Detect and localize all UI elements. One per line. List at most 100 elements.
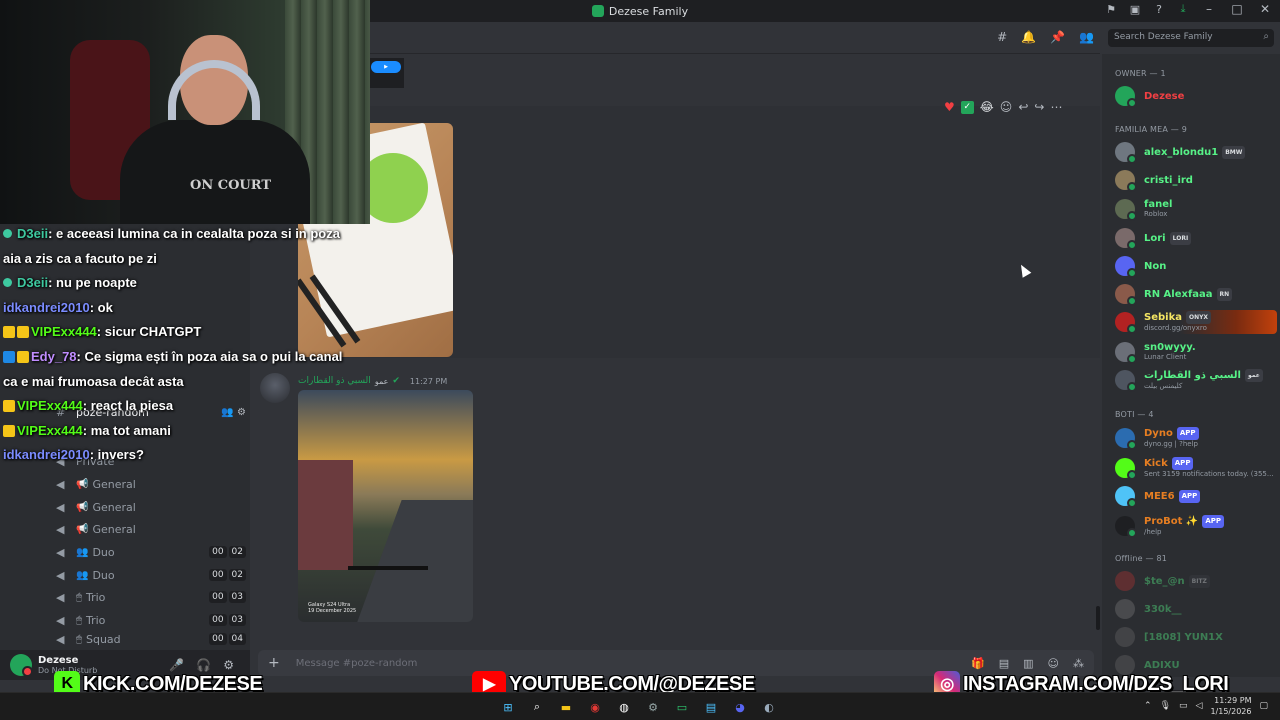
channel-trio-2[interactable]: ◀ 🖱 Trio 00 03 — [56, 610, 246, 630]
add-reaction-icon[interactable]: ☺ — [1000, 100, 1013, 114]
avatar — [1115, 142, 1137, 164]
member-item[interactable]: [1808] YUN1X — [1115, 625, 1277, 649]
crown-badge-icon — [17, 326, 29, 339]
member-list-icon[interactable]: 👥 — [1079, 30, 1094, 44]
emoji-icon[interactable]: ☺ — [1048, 657, 1059, 670]
streamer-shirt — [120, 120, 310, 224]
minimize-button[interactable]: – — [1200, 2, 1218, 16]
add-attachment-icon[interactable]: + — [268, 655, 280, 671]
avatar — [1115, 284, 1137, 306]
network-icon[interactable]: ▭ — [1179, 701, 1188, 711]
member-item[interactable]: MEE6 APP — [1115, 484, 1277, 508]
user-name: Dezese — [38, 655, 79, 666]
channel-trio-1[interactable]: ◀ 🖱 Trio 00 03 — [56, 587, 246, 607]
check-reaction-icon[interactable]: ✓ — [960, 100, 974, 114]
role-header-familia: FAMILIA MEA — 9 — [1115, 125, 1188, 134]
crown-badge-icon — [3, 400, 15, 413]
avatar — [1115, 627, 1135, 647]
member-item[interactable]: cristi_ird — [1115, 168, 1277, 192]
kick-dot-icon — [3, 278, 12, 288]
download-icon[interactable]: ⤓ — [1176, 2, 1190, 16]
discord-icon[interactable]: ◕ — [730, 697, 750, 717]
steam-icon[interactable]: ◐ — [759, 697, 779, 717]
member-item[interactable]: Kick APP Sent 3159 notifications today. (3… — [1115, 456, 1277, 480]
search-icon[interactable]: ⌕ — [527, 697, 547, 717]
notification-icon[interactable]: ▢ — [1259, 701, 1268, 711]
notepad-icon[interactable]: ▤ — [701, 697, 721, 717]
megaphone-icon: 📢 — [76, 478, 89, 490]
speaker-icon: ◀ — [56, 522, 65, 536]
crown-badge-icon — [17, 350, 29, 363]
maximize-button[interactable]: □ — [1228, 2, 1246, 16]
member-item[interactable]: ProBot ✨ APP/help — [1115, 514, 1277, 538]
microphone-icon[interactable]: 🎙 — [1160, 701, 1171, 711]
avatar — [1115, 199, 1137, 221]
avatar[interactable] — [10, 654, 33, 677]
apps-icon[interactable]: ⁂ — [1073, 657, 1084, 670]
embed-button[interactable]: ▶ — [371, 61, 401, 73]
avatar — [1115, 599, 1135, 619]
megaphone-icon: 📢 — [76, 501, 89, 513]
avatar — [1115, 228, 1137, 250]
megaphone-icon: 📢 — [76, 523, 89, 535]
heart-reaction-icon[interactable]: ♥ — [944, 100, 955, 114]
inbox-icon[interactable]: ▣ — [1128, 2, 1142, 16]
channel-squad[interactable]: ◀ 🖱 Squad 00 04 — [56, 632, 246, 646]
search-placeholder: Search Dezese Family — [1114, 32, 1213, 42]
chrome-icon[interactable]: ◉ — [585, 697, 605, 717]
member-item[interactable]: Dyno APP dyno.gg | ?help — [1115, 426, 1277, 450]
channel-general-3[interactable]: ◀ 📢 General — [56, 519, 246, 539]
pin-icon[interactable]: 📌 — [1050, 30, 1065, 44]
forward-icon[interactable]: ↪ — [1034, 100, 1044, 114]
chevron-up-icon[interactable]: ⌃ — [1144, 701, 1152, 711]
member-item[interactable]: Lori LORI — [1115, 226, 1277, 250]
threads-icon[interactable]: # — [997, 30, 1007, 44]
member-item[interactable]: Non — [1115, 254, 1277, 278]
channel-general-1[interactable]: ◀ 📢 General — [56, 474, 246, 494]
channel-duo-2[interactable]: ◀ 👥 Duo 00 02 — [56, 565, 246, 585]
avatar — [1115, 342, 1137, 364]
terminal-icon[interactable]: ▭ — [672, 697, 692, 717]
windows-start-icon[interactable]: ⊞ — [498, 697, 518, 717]
gift-icon[interactable]: 🎁 — [971, 657, 985, 670]
discord-window: Dezese Family ⚑ ▣ ? ⤓ – □ ✕ # poze-rando… — [0, 0, 1280, 720]
file-explorer-icon[interactable]: ▬ — [556, 697, 576, 717]
avatar — [1115, 516, 1137, 538]
member-item[interactable]: Sebika ONYX discord.gg/onyxro — [1115, 310, 1277, 334]
member-list: OWNER — 1 Dezese FAMILIA MEA — 9 alex_bl… — [1102, 54, 1280, 677]
channel-general-2[interactable]: ◀ 📢 General — [56, 497, 246, 517]
member-item[interactable]: السبي ذو القطارات عمو كليمنس بيلت — [1115, 368, 1277, 392]
channel-name: Duo — [92, 545, 115, 559]
help-icon[interactable]: ? — [1152, 2, 1166, 16]
bell-icon[interactable]: 🔔 — [1021, 30, 1036, 44]
settings-icon[interactable]: ⚙ — [643, 697, 663, 717]
sticker-icon[interactable]: ▥ — [1023, 657, 1033, 670]
message-actions: ♥ ✓ 😂 ☺ ↩ ↪ ⋯ — [944, 97, 1062, 117]
message-placeholder: Message #poze-random — [295, 657, 418, 669]
chat-scrollbar[interactable] — [1096, 606, 1100, 630]
member-item[interactable]: fanel Roblox — [1115, 197, 1277, 221]
member-item[interactable]: 330k__ — [1115, 597, 1277, 621]
system-tray: ⌃ 🎙 ▭ ◁ 11:29 PM 1/15/2026 ▢ — [1144, 695, 1268, 717]
laugh-reaction-icon[interactable]: 😂 — [980, 100, 994, 114]
member-item[interactable]: sn0wyyy. Lunar Client — [1115, 340, 1277, 364]
clock[interactable]: 11:29 PM 1/15/2026 — [1210, 695, 1251, 717]
embed-preview[interactable]: ▶ — [368, 58, 404, 88]
speaker-icon: ◀ — [56, 500, 65, 514]
user-limit: 00 03 — [207, 614, 246, 626]
member-item[interactable]: $te_@n BITZ — [1115, 569, 1277, 593]
chat-message: VIPExx444: sicur CHATGPT — [3, 320, 348, 345]
gif-icon[interactable]: ▤ — [999, 657, 1009, 670]
avatar — [1115, 486, 1137, 508]
member-item[interactable]: Dezese — [1115, 84, 1277, 108]
more-options-icon[interactable]: ⋯ — [1050, 100, 1062, 114]
flag-icon[interactable]: ⚑ — [1104, 2, 1118, 16]
channel-duo-1[interactable]: ◀ 👥 Duo 00 02 — [56, 542, 246, 562]
member-item[interactable]: alex_blondu1 BMW — [1115, 140, 1277, 164]
member-item[interactable]: RN Alexfaaa RN — [1115, 282, 1277, 306]
reply-icon[interactable]: ↩ — [1018, 100, 1028, 114]
obs-icon[interactable]: ◍ — [614, 697, 634, 717]
volume-icon[interactable]: ◁ — [1196, 701, 1203, 711]
search-input[interactable]: Search Dezese Family ⌕ — [1108, 29, 1274, 47]
close-button[interactable]: ✕ — [1256, 2, 1274, 16]
